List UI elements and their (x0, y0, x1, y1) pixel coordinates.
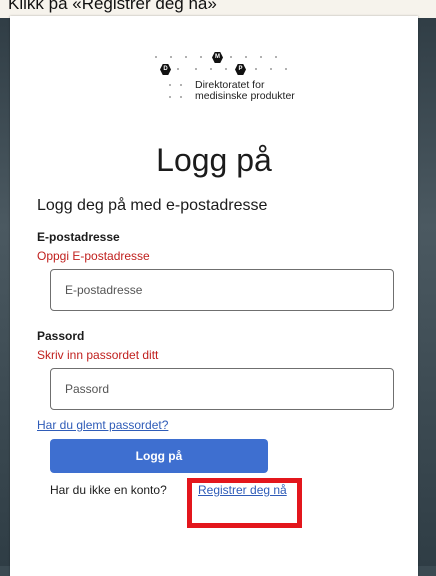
logo-badge-d: D (160, 64, 171, 75)
logo-text: Direktoratet for medisinske produkter (195, 80, 295, 102)
email-error: Oppgi E-postadresse (37, 249, 150, 263)
forgot-password-link[interactable]: Har du glemt passordet? (37, 418, 168, 432)
logo-badge-m: M (212, 52, 223, 63)
email-input[interactable] (50, 269, 394, 311)
login-card: M D P Direktoratet for medisinske produk… (10, 16, 418, 576)
password-label: Passord (37, 329, 85, 343)
password-input[interactable] (50, 368, 394, 410)
logo-badge-p: P (235, 64, 246, 75)
no-account-text: Har du ikke en konto? (50, 483, 167, 497)
page-title: Logg på (156, 142, 272, 178)
login-button[interactable]: Logg på (50, 439, 268, 473)
form-subtitle: Logg deg på med e-postadresse (37, 197, 268, 214)
email-label: E-postadresse (37, 230, 120, 244)
logo-line-2: medisinske produkter (195, 90, 295, 102)
dmp-logo: M D P Direktoratet for medisinske produk… (155, 52, 315, 112)
highlight-box (187, 478, 302, 528)
password-error: Skriv inn passordet ditt (37, 348, 159, 362)
